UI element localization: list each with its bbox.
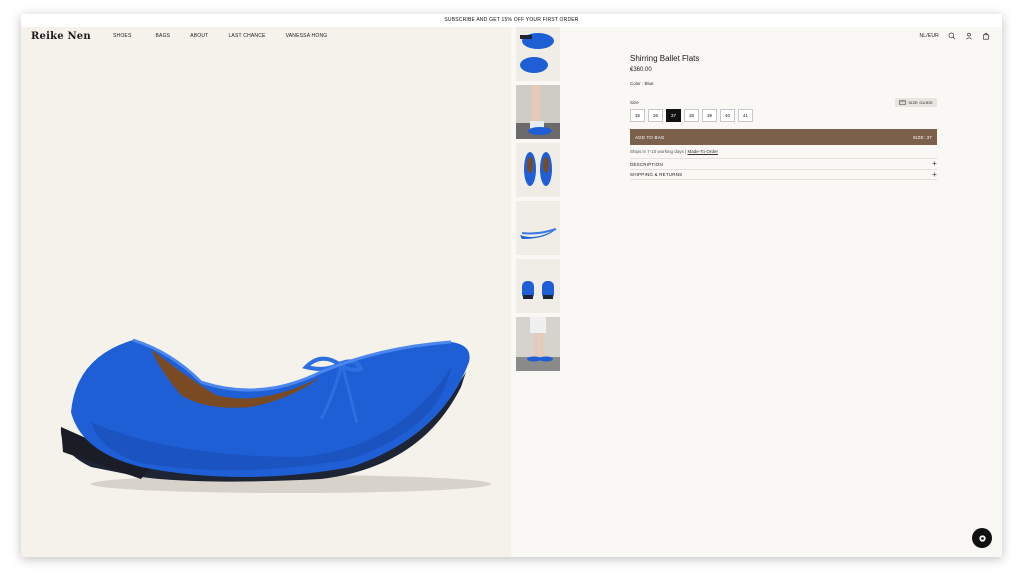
header-actions: NL/EUR <box>919 32 990 40</box>
accordion-description[interactable]: DESCRIPTION + <box>630 158 937 169</box>
product-color: Color : Blue <box>630 81 654 86</box>
announcement-bar[interactable]: SUBSCRIBE AND GET 15% OFF YOUR FIRST ORD… <box>21 14 1002 27</box>
main-nav: SHOES BAGS ABOUT LAST CHANCE VANESSA HON… <box>113 33 347 39</box>
size-option-40[interactable]: 40 <box>720 109 735 122</box>
plus-icon: + <box>932 169 937 179</box>
thumbnail-2[interactable] <box>516 85 560 139</box>
browser-window: SUBSCRIBE AND GET 15% OFF YOUR FIRST ORD… <box>21 14 1002 557</box>
size-option-41[interactable]: 41 <box>738 109 753 122</box>
shipping-note: Ships in 7-10 working days | Made-To-Ord… <box>630 149 937 154</box>
size-option-37[interactable]: 37 <box>666 109 681 122</box>
made-to-order-link[interactable]: Made-To-Order <box>687 149 718 154</box>
product-price: €360.00 <box>630 67 652 73</box>
locale-selector[interactable]: NL/EUR <box>919 33 939 39</box>
thumbnail-1[interactable] <box>516 27 560 81</box>
shipping-time-text: Ships in 7-10 working days | <box>630 149 688 154</box>
thumbnail-4[interactable] <box>516 201 560 255</box>
ruler-icon <box>899 100 907 105</box>
size-option-36[interactable]: 36 <box>648 109 663 122</box>
bag-icon[interactable] <box>982 32 990 40</box>
product-details: Shirring Ballet Flats €360.00 Color : Bl… <box>630 54 937 180</box>
accordion-description-label: DESCRIPTION <box>630 161 663 167</box>
add-to-bag-button[interactable]: ADD TO BAG SIZE: 37 <box>630 129 937 145</box>
nav-bags[interactable]: BAGS <box>156 33 171 39</box>
thumbnail-3[interactable] <box>516 143 560 197</box>
chat-icon <box>978 534 986 542</box>
product-title: Shirring Ballet Flats <box>630 54 700 63</box>
product-main-image[interactable] <box>21 27 511 557</box>
site-header: Reike Nen SHOES BAGS ABOUT LAST CHANCE V… <box>21 27 1002 45</box>
size-option-39[interactable]: 39 <box>702 109 717 122</box>
thumbnail-strip <box>516 27 562 375</box>
accordion-shipping-returns[interactable]: SHIPPING & RETURNS + <box>630 169 937 180</box>
chat-button[interactable] <box>972 528 992 548</box>
selected-size-summary: SIZE: 37 <box>912 134 932 140</box>
size-option-35[interactable]: 35 <box>630 109 645 122</box>
size-guide-button[interactable]: SIZE GUIDE <box>895 98 937 107</box>
thumbnail-5[interactable] <box>516 259 560 313</box>
size-header: Size SIZE GUIDE <box>630 98 937 107</box>
nav-last-chance[interactable]: LAST CHANCE <box>228 33 265 39</box>
nav-about[interactable]: ABOUT <box>190 33 208 39</box>
size-options: 35 36 37 38 39 40 41 <box>630 109 937 122</box>
accordion-shipping-label: SHIPPING & RETURNS <box>630 172 683 177</box>
size-label: Size <box>630 100 639 105</box>
add-to-bag-label: ADD TO BAG <box>635 134 665 140</box>
plus-icon: + <box>932 159 937 168</box>
nav-shoes[interactable]: SHOES <box>113 33 132 39</box>
size-guide-label: SIZE GUIDE <box>908 100 933 105</box>
size-option-38[interactable]: 38 <box>684 109 699 122</box>
thumbnail-6[interactable] <box>516 317 560 371</box>
search-icon[interactable] <box>948 32 956 40</box>
account-icon[interactable] <box>965 32 973 40</box>
brand-logo[interactable]: Reike Nen <box>31 31 113 42</box>
nav-vanessa-hong[interactable]: VANESSA HONG <box>286 33 328 39</box>
